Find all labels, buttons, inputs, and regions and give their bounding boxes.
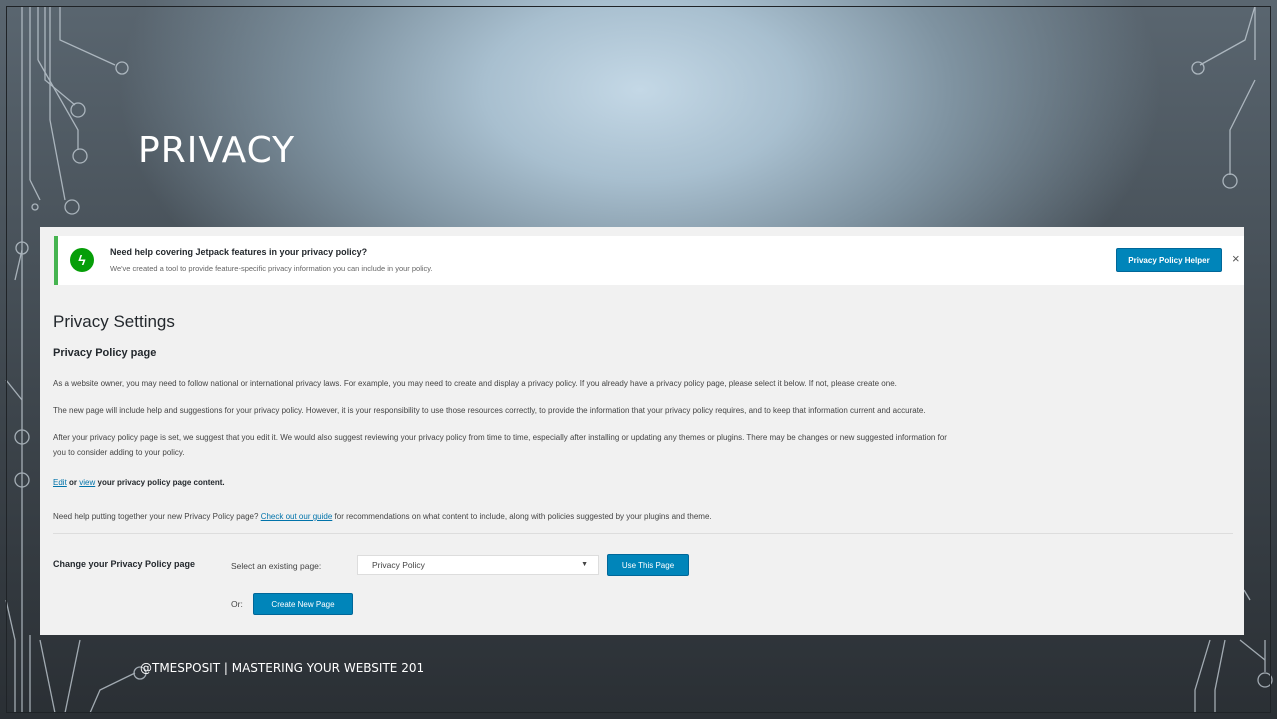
page-title: Privacy Settings	[53, 312, 175, 331]
slide-title: PRIVACY	[138, 130, 296, 171]
jetpack-notice: ϟ Need help covering Jetpack features in…	[54, 236, 1244, 285]
notice-description: We've created a tool to provide feature-…	[110, 264, 433, 273]
select-existing-label: Select an existing page:	[231, 561, 322, 571]
notice-title: Need help covering Jetpack features in y…	[110, 247, 368, 257]
guide-suffix: for recommendations on what content to i…	[332, 512, 712, 521]
divider	[53, 533, 1233, 534]
slide-footer: @TMESPOSIT | MASTERING YOUR WEBSITE 201	[140, 661, 425, 675]
slide: PRIVACY ϟ Need help covering Jetpack fea…	[0, 0, 1277, 719]
new-page-paragraph: The new page will include help and sugge…	[53, 406, 926, 415]
edit-view-or: or	[66, 478, 80, 487]
chevron-down-icon: ▼	[581, 561, 588, 568]
privacy-policy-helper-button[interactable]: Privacy Policy Helper	[1116, 248, 1222, 272]
intro-paragraph: As a website owner, you may need to foll…	[53, 379, 897, 388]
wordpress-screenshot: ϟ Need help covering Jetpack features in…	[40, 227, 1244, 635]
create-new-page-button[interactable]: Create New Page	[253, 593, 353, 615]
suggestion-paragraph: After your privacy policy page is set, w…	[53, 433, 947, 442]
select-value: Privacy Policy	[372, 560, 425, 570]
view-link[interactable]: view	[79, 478, 95, 487]
edit-link[interactable]: Edit	[53, 478, 67, 487]
section-title: Privacy Policy page	[53, 347, 157, 359]
edit-view-suffix: your privacy policy page content.	[95, 478, 225, 487]
suggestion-paragraph-continued: you to consider adding to your policy.	[53, 448, 185, 457]
lightning-bolt-icon: ϟ	[70, 248, 94, 272]
use-this-page-button[interactable]: Use This Page	[607, 554, 689, 576]
guide-line: Need help putting together your new Priv…	[53, 512, 712, 521]
guide-prefix: Need help putting together your new Priv…	[53, 512, 261, 521]
privacy-page-select[interactable]: Privacy Policy ▼	[357, 555, 599, 575]
change-policy-label: Change your Privacy Policy page	[53, 559, 196, 569]
close-icon[interactable]: ×	[1232, 251, 1240, 266]
or-label: Or:	[231, 599, 243, 609]
edit-view-line: Edit or view your privacy policy page co…	[53, 478, 225, 487]
guide-link[interactable]: Check out our guide	[261, 512, 333, 521]
